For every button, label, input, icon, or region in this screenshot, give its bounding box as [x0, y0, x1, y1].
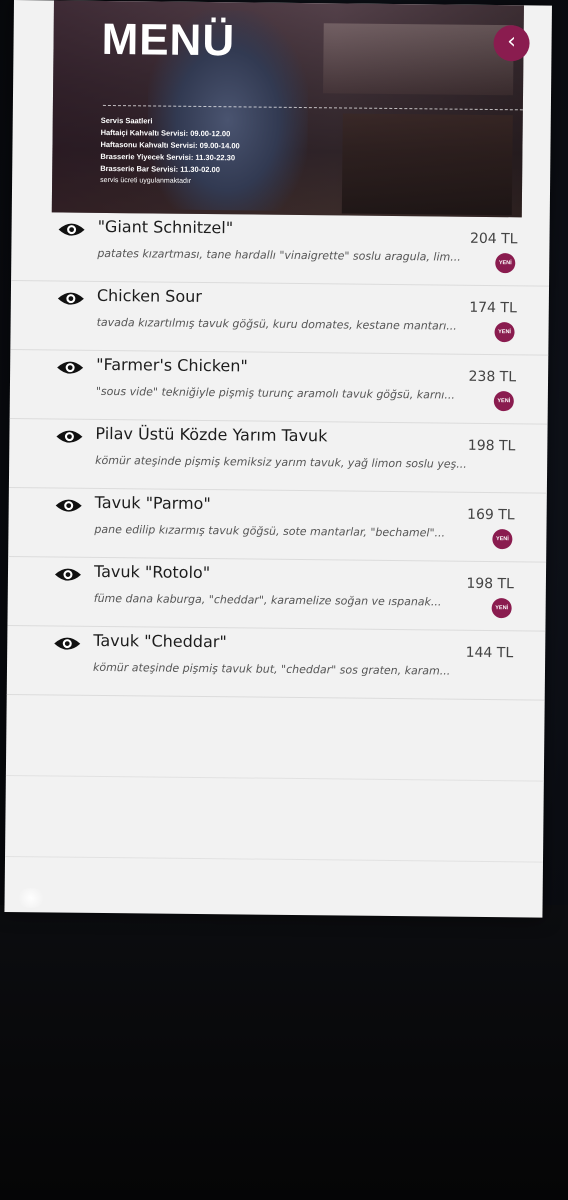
item-price: 204 TL: [469, 230, 518, 248]
service-hours: Servis Saatleri Haftaiçi Kahvaltı Servis…: [100, 115, 240, 176]
eye-icon[interactable]: [55, 496, 83, 514]
menu-item[interactable]: Pilav Üstü Közde Yarım Tavuk 198 TL kömü…: [8, 418, 548, 494]
menu-item[interactable]: "Giant Schnitzel" 204 TL patates kızartm…: [11, 211, 550, 287]
eye-icon[interactable]: [58, 220, 86, 238]
list-spacer: [5, 694, 545, 782]
list-spacer: [5, 775, 544, 863]
eye-icon[interactable]: [53, 634, 81, 652]
item-name: "Giant Schnitzel": [97, 216, 234, 238]
menu-item[interactable]: Chicken Sour 174 TL tavada kızartılmış t…: [10, 280, 550, 356]
item-price: 169 TL: [467, 506, 515, 524]
new-badge: YENİ: [493, 391, 514, 412]
page-title: MENÜ: [101, 14, 236, 66]
item-name: Tavuk "Rotolo": [93, 561, 211, 583]
service-charge-note: servis ücreti uygulanmaktadır: [100, 176, 192, 185]
item-description: füme dana kaburga, "cheddar", karamelize…: [93, 591, 442, 609]
item-description: "sous vide" tekniğiyle pişmiş turunç ara…: [95, 384, 455, 402]
service-hours-line: Brasserie Bar Servisi: 11.30-02.00: [100, 163, 220, 175]
item-price: 144 TL: [465, 644, 514, 662]
item-price: 174 TL: [469, 299, 517, 317]
banner-photo-shelf: [323, 23, 514, 96]
item-name: Tavuk "Cheddar": [93, 630, 227, 652]
phone-screen: MENÜ ‹ Servis Saatleri Haftaiçi Kahvaltı…: [4, 0, 552, 918]
light-glare: [16, 888, 46, 908]
menu-item[interactable]: Tavuk "Cheddar" 144 TL kömür ateşinde pi…: [6, 625, 546, 701]
menu-item[interactable]: "Farmer's Chicken" 238 TL "sous vide" te…: [9, 349, 549, 425]
eye-icon[interactable]: [57, 289, 85, 307]
eye-icon[interactable]: [55, 427, 83, 445]
header-banner: MENÜ ‹ Servis Saatleri Haftaiçi Kahvaltı…: [51, 0, 530, 218]
menu-list: "Giant Schnitzel" 204 TL patates kızartm…: [5, 211, 550, 863]
chevron-left-icon: ‹: [507, 29, 517, 55]
eye-icon[interactable]: [56, 358, 84, 376]
item-description: patates kızartması, tane hardallı "vinai…: [97, 246, 461, 264]
item-description: kömür ateşinde pişmiş tavuk but, "chedda…: [92, 660, 451, 678]
new-badge: YENİ: [495, 253, 516, 274]
menu-item[interactable]: Tavuk "Parmo" 169 TL pane edilip kızarmı…: [8, 487, 547, 563]
new-badge: YENİ: [494, 322, 515, 343]
item-name: Pilav Üstü Közde Yarım Tavuk: [95, 423, 328, 446]
eye-icon[interactable]: [54, 565, 82, 583]
item-price: 198 TL: [467, 437, 516, 455]
item-description: tavada kızartılmış tavuk göğsü, kuru dom…: [96, 315, 457, 333]
new-badge: YENİ: [491, 598, 512, 619]
item-name: Tavuk "Parmo": [94, 492, 211, 514]
new-badge: YENİ: [492, 529, 513, 550]
item-price: 198 TL: [466, 575, 514, 593]
device-bezel: [0, 905, 568, 1200]
item-description: pane edilip kızarmış tavuk göğsü, sote m…: [94, 522, 446, 540]
back-button[interactable]: ‹: [493, 25, 530, 62]
banner-photo-stools: [341, 113, 513, 216]
menu-item[interactable]: Tavuk "Rotolo" 198 TL füme dana kaburga,…: [7, 556, 547, 632]
item-description: kömür ateşinde pişmiş kemiksiz yarım tav…: [95, 453, 467, 471]
item-name: Chicken Sour: [96, 285, 202, 306]
item-name: "Farmer's Chicken": [96, 354, 248, 376]
item-price: 238 TL: [468, 368, 517, 386]
